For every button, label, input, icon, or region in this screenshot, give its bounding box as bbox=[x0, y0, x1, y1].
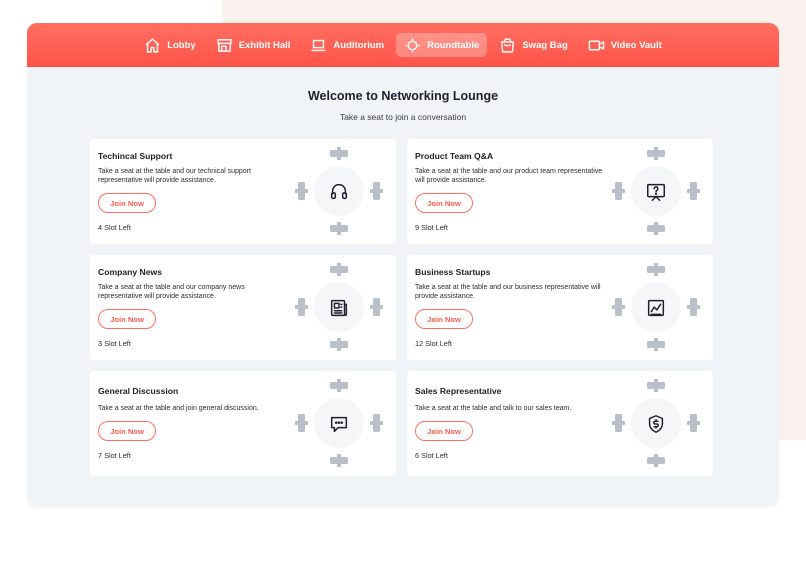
page-title: Welcome to Networking Lounge bbox=[307, 89, 499, 103]
app-window: Lobby Exhibit Hall Auditorium Roundtable… bbox=[27, 23, 779, 507]
nav-label: Swag Bag bbox=[522, 39, 568, 51]
nav-label: Exhibit Hall bbox=[238, 39, 291, 51]
join-now-button[interactable]: Join Now bbox=[415, 193, 473, 213]
room-card-sales-representative: Sales Representative Take a seat at the … bbox=[407, 371, 713, 476]
laptop-icon bbox=[311, 39, 327, 51]
room-title: Techincal Support bbox=[98, 151, 173, 161]
home-icon bbox=[145, 37, 160, 53]
slots-left: 6 Slot Left bbox=[415, 451, 448, 460]
slots-left: 3 Slot Left bbox=[98, 339, 131, 348]
slots-left: 4 Slot Left bbox=[98, 223, 131, 232]
roundtable-graphic bbox=[294, 377, 384, 469]
roundtable-graphic bbox=[611, 377, 701, 469]
nav-item-video-vault[interactable]: Video Vault bbox=[580, 33, 670, 57]
room-title: Product Team Q&A bbox=[415, 151, 494, 161]
join-now-button[interactable]: Join Now bbox=[415, 421, 473, 441]
newspaper-icon bbox=[330, 299, 348, 317]
roundtable-graphic bbox=[294, 261, 384, 353]
join-now-button[interactable]: Join Now bbox=[415, 309, 473, 329]
join-now-button[interactable]: Join Now bbox=[98, 421, 156, 441]
room-title: Sales Representative bbox=[415, 386, 502, 396]
top-navigation: Lobby Exhibit Hall Auditorium Roundtable… bbox=[27, 23, 779, 67]
nav-label: Lobby bbox=[167, 39, 196, 51]
join-now-button[interactable]: Join Now bbox=[98, 193, 156, 213]
slots-left: 9 Slot Left bbox=[415, 223, 448, 232]
nav-label: Roundtable bbox=[427, 39, 480, 51]
room-description: Take a seat at the table and our technic… bbox=[98, 168, 251, 184]
storefront-icon bbox=[217, 38, 232, 52]
room-title: Business Startups bbox=[415, 267, 491, 277]
nav-label: Auditorium bbox=[333, 39, 385, 51]
dollar-shield-icon bbox=[648, 415, 664, 433]
room-description: Take a seat at the table and our busines… bbox=[415, 284, 601, 300]
headphones-icon bbox=[330, 183, 348, 200]
room-card-business-startups: Business Startups Take a seat at the tab… bbox=[407, 255, 713, 360]
join-now-button[interactable]: Join Now bbox=[98, 309, 156, 329]
room-title: General Discussion bbox=[98, 386, 179, 396]
room-card-technical-support: Techincal Support Take a seat at the tab… bbox=[90, 139, 396, 244]
room-description: Take a seat at the table and join genera… bbox=[98, 405, 259, 412]
room-description: Take a seat at the table and our product… bbox=[415, 168, 603, 184]
nav-item-swag-bag[interactable]: Swag Bag bbox=[491, 33, 575, 57]
nav-item-lobby[interactable]: Lobby bbox=[136, 33, 204, 57]
room-card-product-team: Product Team Q&A Take a seat at the tabl… bbox=[407, 139, 713, 244]
slots-left: 12 Slot Left bbox=[415, 339, 452, 348]
page-subtitle: Take a seat to join a conversation bbox=[339, 112, 467, 122]
roundtable-graphic bbox=[611, 261, 701, 353]
room-description: Take a seat at the table and our company… bbox=[98, 284, 245, 300]
nav-item-auditorium[interactable]: Auditorium bbox=[302, 33, 392, 57]
video-icon bbox=[588, 40, 605, 50]
room-title: Company News bbox=[98, 267, 162, 277]
bag-icon bbox=[501, 37, 515, 53]
chart-icon bbox=[647, 299, 665, 317]
roundtable-graphic bbox=[294, 145, 384, 237]
chat-icon bbox=[330, 416, 348, 433]
nav-item-exhibit-hall[interactable]: Exhibit Hall bbox=[208, 33, 299, 57]
room-card-company-news: Company News Take a seat at the table an… bbox=[90, 255, 396, 360]
roundtable-icon bbox=[405, 37, 420, 53]
room-card-general-discussion: General Discussion Take a seat at the ta… bbox=[90, 371, 396, 476]
roundtable-graphic bbox=[611, 145, 701, 237]
slots-left: 7 Slot Left bbox=[98, 451, 131, 460]
room-description: Take a seat at the table and talk to our… bbox=[415, 405, 572, 412]
nav-label: Video Vault bbox=[610, 39, 662, 51]
nav-item-roundtable[interactable]: Roundtable bbox=[396, 33, 488, 57]
question-board-icon bbox=[647, 183, 665, 201]
